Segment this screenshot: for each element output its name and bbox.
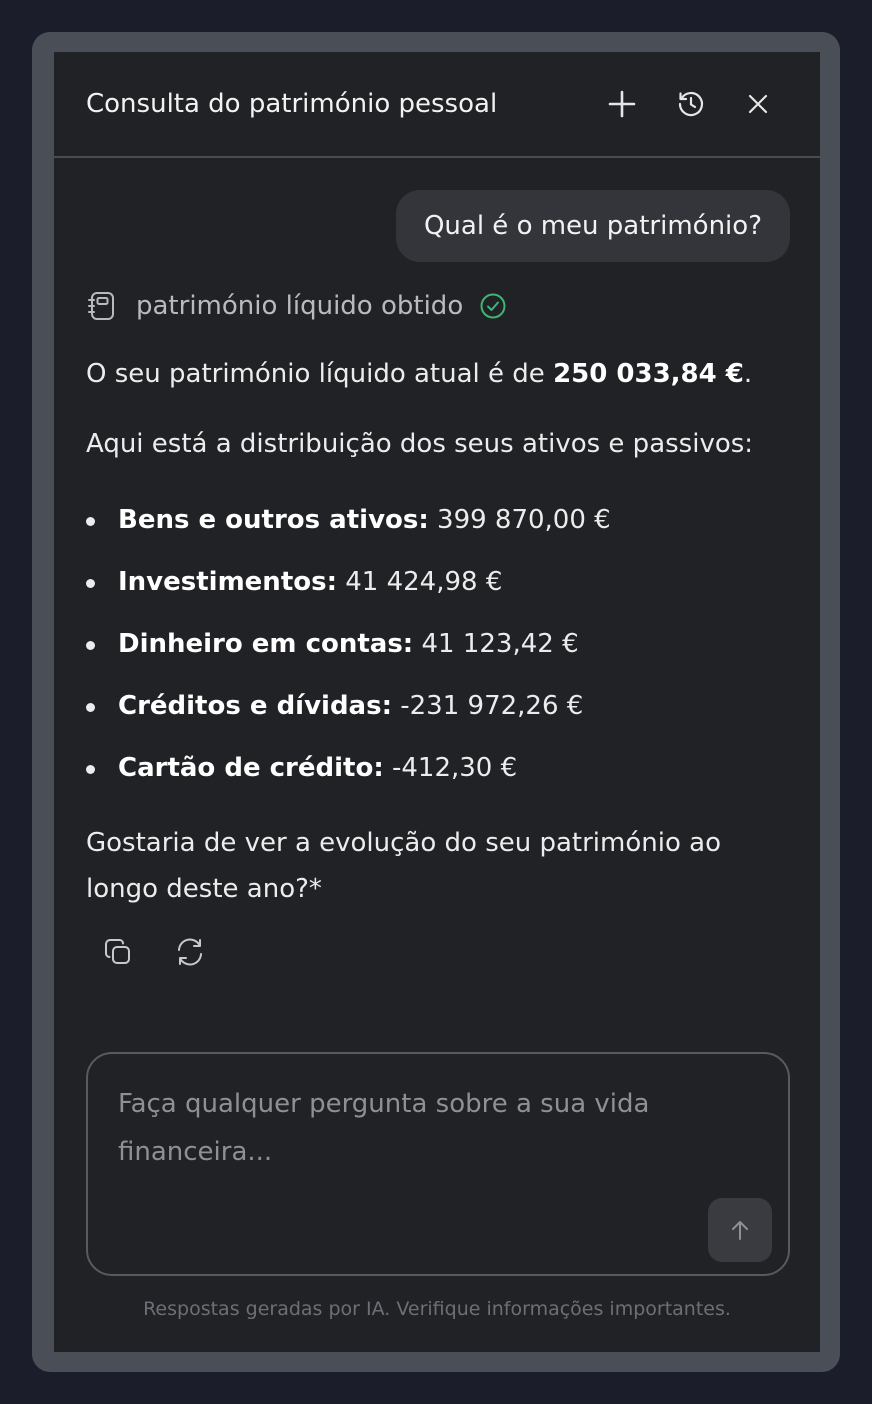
list-item-value: 399 870,00 € [428,505,611,535]
net-worth-summary: O seu património líquido atual é de 250 … [86,354,788,394]
list-item-value: -231 972,26 € [391,691,584,721]
plus-icon [608,90,636,118]
chat-panel: Consulta do património pessoal Qual é o … [54,52,820,1352]
list-item-label: Bens e outros ativos: [118,505,429,535]
list-item: Créditos e dívidas: -231 972,26 € [86,684,788,746]
list-item: Cartão de crédito: -412,30 € [86,746,788,808]
close-button[interactable] [736,82,780,126]
ai-disclaimer: Respostas geradas por IA. Verifique info… [143,1298,731,1320]
net-worth-suffix: . [743,359,753,389]
tool-call-status: património líquido obtido [86,288,507,324]
message-composer [86,1052,790,1276]
list-item: Investimentos: 41 424,98 € [86,560,788,622]
list-item-value: -412,30 € [383,753,518,783]
message-input[interactable] [118,1080,678,1190]
regenerate-button[interactable] [168,930,212,974]
close-icon [748,94,768,114]
list-item-value: 41 123,42 € [413,629,579,659]
net-worth-value: 250 033,84 € [553,359,744,389]
chat-title: Consulta do património pessoal [86,89,498,119]
tool-call-label: património líquido obtido [136,291,464,321]
refresh-icon [178,938,202,966]
chat-header: Consulta do património pessoal [54,52,820,158]
list-item-label: Investimentos: [118,567,337,597]
notebook-icon [88,292,114,320]
list-item-label: Cartão de crédito: [118,753,384,783]
check-circle-icon [480,293,506,319]
list-item-label: Dinheiro em contas: [118,629,414,659]
list-item-label: Créditos e dívidas: [118,691,392,721]
user-message-bubble: Qual é o meu património? [395,190,790,262]
list-item-value: 41 424,98 € [336,567,503,597]
list-item: Bens e outros ativos: 399 870,00 € [86,498,788,560]
send-button[interactable] [708,1198,772,1262]
net-worth-prefix: O seu património líquido atual é de [86,359,554,389]
history-icon [678,91,704,117]
copy-button[interactable] [96,930,140,974]
copy-icon [105,938,130,964]
history-button[interactable] [669,82,713,126]
follow-up-question: Gostaria de ver a evolução do seu patrim… [86,828,721,904]
list-item: Dinheiro em contas: 41 123,42 € [86,622,788,684]
distribution-intro: Aqui está a distribuição dos seus ativos… [86,429,754,459]
arrow-up-icon [732,1221,748,1240]
asset-list: Bens e outros ativos: 399 870,00 € Inves… [86,498,788,808]
new-chat-button[interactable] [600,82,644,126]
